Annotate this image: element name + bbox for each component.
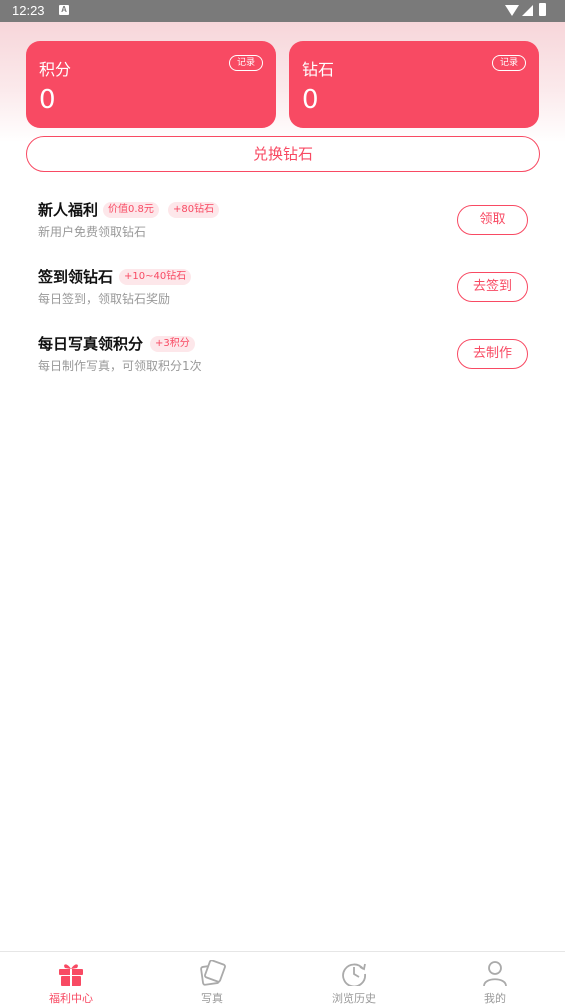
task-daily-photo: 每日写真领积分 +3积分 每日制作写真，可领取积分1次 去制作 xyxy=(38,333,528,383)
task-checkin: 签到领钻石 +10~40钻石 每日签到，领取钻石奖励 去签到 xyxy=(38,266,528,316)
task-tag-value: 价值0.8元 xyxy=(103,202,159,218)
task-tag-reward: +10~40钻石 xyxy=(119,269,192,285)
history-clock-icon xyxy=(342,963,366,986)
task-desc: 每日制作写真，可领取积分1次 xyxy=(38,359,202,373)
task-desc: 新用户免费领取钻石 xyxy=(38,225,147,239)
notification-icon: A xyxy=(59,5,69,15)
task-desc: 每日签到，领取钻石奖励 xyxy=(38,292,171,306)
photo-cards-icon xyxy=(200,960,226,986)
diamonds-card: 钻石 记录 0 xyxy=(289,41,539,128)
task-tag-reward: +3积分 xyxy=(150,336,195,352)
signal-icon xyxy=(522,5,533,16)
person-icon xyxy=(483,961,507,986)
diamonds-record-button[interactable]: 记录 xyxy=(492,55,526,71)
points-title: 积分 xyxy=(39,60,72,79)
battery-icon xyxy=(539,3,546,16)
task-title: 新人福利 xyxy=(38,201,99,219)
tab-label: 浏览历史 xyxy=(332,992,376,1004)
claim-button[interactable]: 领取 xyxy=(457,205,528,235)
gift-icon xyxy=(59,964,83,986)
task-newcomer-bonus: 新人福利 价值0.8元 +80钻石 新用户免费领取钻石 领取 xyxy=(38,199,528,249)
task-title: 签到领钻石 xyxy=(38,268,114,286)
points-value: 0 xyxy=(39,85,56,115)
tab-welfare-center[interactable]: 福利中心 xyxy=(21,952,121,1004)
status-icons xyxy=(505,3,557,19)
wifi-icon xyxy=(505,5,519,16)
status-time: 12:23 xyxy=(12,3,45,18)
diamonds-title: 钻石 xyxy=(302,60,335,79)
tab-label: 写真 xyxy=(201,992,223,1004)
tab-mine[interactable]: 我的 xyxy=(445,952,545,1004)
status-bar: 12:23 A xyxy=(0,0,565,22)
checkin-button[interactable]: 去签到 xyxy=(457,272,528,302)
diamonds-value: 0 xyxy=(302,85,319,115)
tab-label: 我的 xyxy=(484,992,506,1004)
exchange-diamonds-button[interactable]: 兑换钻石 xyxy=(26,136,540,172)
points-record-button[interactable]: 记录 xyxy=(229,55,263,71)
task-title: 每日写真领积分 xyxy=(38,335,144,353)
task-tag-reward: +80钻石 xyxy=(168,202,220,218)
bottom-tab-bar: 福利中心 写真 浏览历史 我的 xyxy=(0,951,565,1004)
make-photo-button[interactable]: 去制作 xyxy=(457,339,528,369)
tab-label: 福利中心 xyxy=(49,992,93,1004)
tab-photos[interactable]: 写真 xyxy=(162,952,262,1004)
tab-history[interactable]: 浏览历史 xyxy=(304,952,404,1004)
points-card: 积分 记录 0 xyxy=(26,41,276,128)
